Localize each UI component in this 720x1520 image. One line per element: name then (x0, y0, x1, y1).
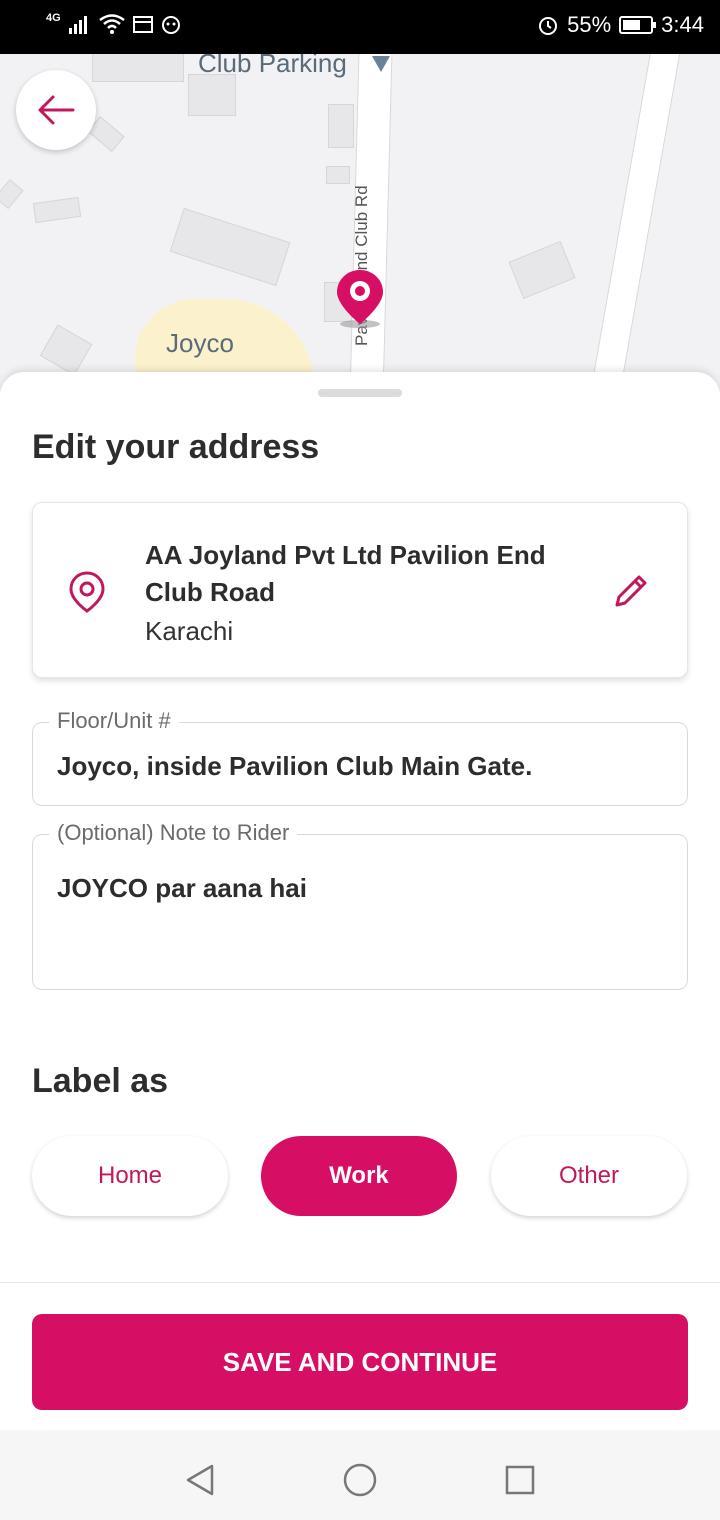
note-to-rider-value[interactable]: JOYCO par aana hai (57, 873, 307, 904)
wifi-icon (98, 14, 125, 34)
back-button[interactable] (16, 70, 96, 150)
sheet-handle[interactable] (318, 389, 402, 397)
clock: 3:44 (661, 12, 704, 37)
status-bar: 4G 55% 3:44 (0, 0, 720, 54)
address-card[interactable]: AA Joyland Pvt Ltd Pavilion End Club Roa… (32, 502, 688, 678)
square-recents-icon (505, 1465, 535, 1495)
label-home-chip[interactable]: Home (32, 1136, 228, 1216)
address-city: Karachi (145, 616, 234, 646)
map-pin-icon (69, 571, 105, 618)
map-label-joyco: Joyco (166, 328, 234, 358)
battery-icon (619, 16, 657, 34)
location-pin-icon (335, 268, 385, 335)
address-line: AA Joyland Pvt Ltd Pavilion End Club Roa… (145, 540, 546, 607)
label-as-title: Label as (32, 1062, 169, 1100)
footer: SAVE AND CONTINUE (0, 1282, 720, 1430)
parking-marker-icon (372, 56, 390, 72)
floor-unit-label: Floor/Unit # (49, 708, 179, 734)
battery-percent: 55% (567, 12, 612, 37)
triangle-back-icon (186, 1464, 214, 1496)
sheet-title: Edit your address (32, 428, 320, 466)
floor-unit-field[interactable]: Floor/Unit # Joyco, inside Pavilion Club… (32, 708, 688, 806)
address-text: AA Joyland Pvt Ltd Pavilion End Club Roa… (145, 537, 585, 651)
label-other-chip[interactable]: Other (491, 1136, 687, 1216)
pencil-icon (615, 575, 647, 607)
network-type: 4G (46, 12, 61, 24)
note-to-rider-label: (Optional) Note to Rider (49, 820, 298, 846)
circle-home-icon (343, 1463, 377, 1497)
system-nav-bar (0, 1430, 720, 1520)
status-right: 55% 3:44 (537, 12, 704, 38)
address-sheet: Edit your address AA Joyland Pvt Ltd Pav… (0, 372, 720, 1282)
floor-unit-value[interactable]: Joyco, inside Pavilion Club Main Gate. (57, 751, 532, 782)
nav-back-button[interactable] (180, 1460, 220, 1500)
calendar-icon (132, 16, 153, 33)
nav-recents-button[interactable] (500, 1460, 540, 1500)
label-work-chip[interactable]: Work (261, 1136, 457, 1216)
signal-icon (68, 16, 87, 34)
arrow-left-icon (38, 95, 75, 125)
map-view[interactable]: Club Parking Joyco Pavilion End Club Rd (0, 54, 720, 394)
nav-home-button[interactable] (340, 1460, 380, 1500)
save-and-continue-button[interactable]: SAVE AND CONTINUE (32, 1314, 688, 1410)
edit-address-button[interactable] (611, 571, 655, 615)
status-left: 4G (46, 12, 181, 34)
notification-icon (161, 16, 180, 34)
alarm-icon (539, 17, 558, 35)
note-to-rider-field[interactable]: (Optional) Note to Rider JOYCO par aana … (32, 820, 688, 990)
map-label-club-parking: Club Parking (198, 54, 347, 78)
